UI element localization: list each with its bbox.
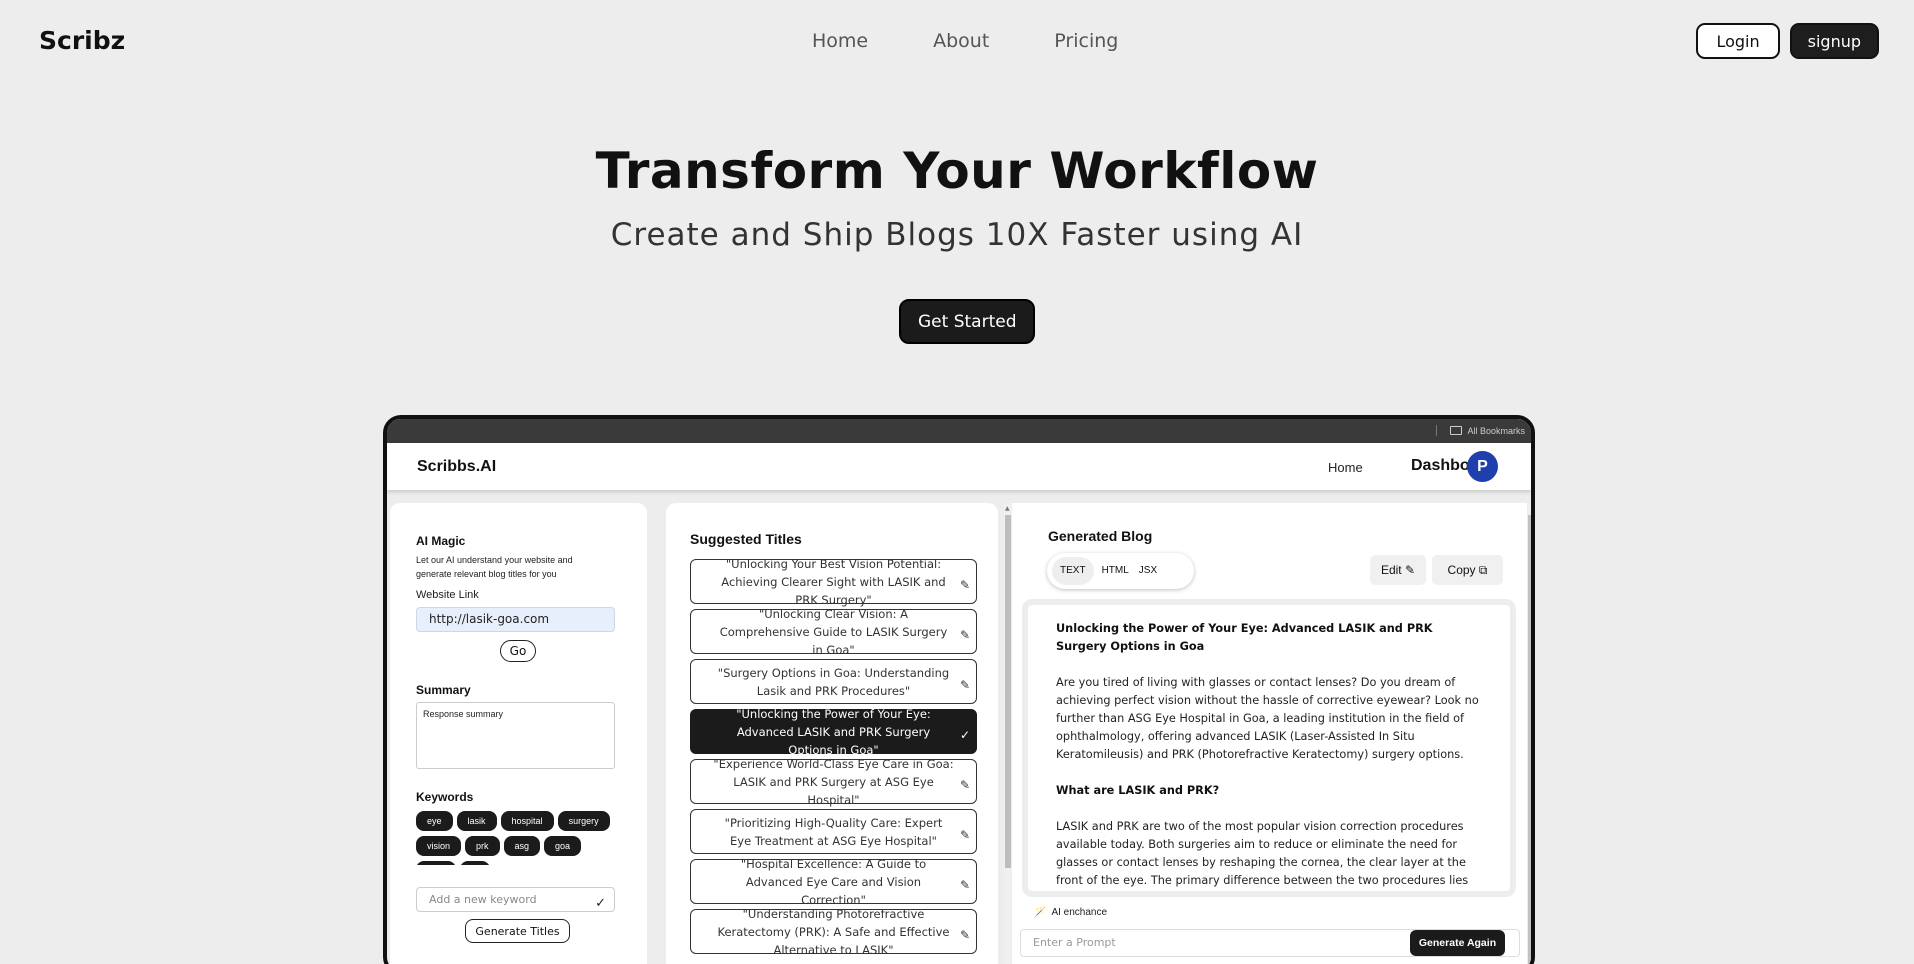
title-text: "Unlocking the Power of Your Eye: Advanc… [736,706,931,757]
ai-magic-description: Let our AI understand your website and g… [416,555,573,579]
ai-enhance-toggle[interactable]: 🪄 AI enchance [1034,907,1107,918]
title-card[interactable]: "Prioritizing High-Quality Care: Expert … [690,809,977,854]
pencil-icon[interactable]: ✎ [960,576,970,594]
copy-label: Copy [1447,563,1476,577]
keyword-chips: eye lasik hospital surgery vision prk as… [416,811,616,865]
folder-icon [1450,426,1463,435]
pencil-icon[interactable]: ✎ [960,776,970,794]
summary-title: Summary [416,683,471,697]
title-text: "Hospital Excellence: A Guide to Advance… [740,856,927,907]
titles-list: "Unlocking Your Best Vision Potential: A… [690,557,977,959]
keyword-chip[interactable]: goa [544,836,582,856]
title-text: "Prioritizing High-Quality Care: Expert … [724,815,943,848]
generated-blog-heading: Generated Blog [1048,528,1153,544]
ai-enhance-label: AI enchance [1051,907,1108,918]
title-card[interactable]: "Hospital Excellence: A Guide to Advance… [690,857,977,907]
app-header: Scribbs.AI Home Dashboard P [387,443,1531,490]
copy-button[interactable]: Copy ⧉ [1432,555,1503,585]
keyword-chip[interactable]: care [416,861,456,865]
get-started-button[interactable]: Get Started [899,299,1036,344]
keyword-chip[interactable]: prk [465,836,500,856]
keyword-chip[interactable]: hospital [500,811,554,831]
nav-home[interactable]: Home [812,30,868,52]
copy-icon: ⧉ [1478,563,1488,577]
suggested-titles-panel: Suggested Titles "Unlocking Your Best Vi… [666,503,998,964]
hero-subtitle: Create and Ship Blogs 10X Faster using A… [610,217,1304,253]
blog-paragraph: Are you tired of living with glasses or … [1056,676,1479,761]
website-link-label: Website Link [416,589,479,601]
ai-magic-title: AI Magic [416,534,466,548]
bookmarks-label: All Bookmarks [1467,425,1525,436]
title-text: "Unlocking Your Best Vision Potential: A… [721,556,946,607]
title-text: "Experience World-Class Eye Care in Goa:… [713,756,954,807]
check-icon[interactable]: ✓ [595,892,606,915]
hero-title: Transform Your Workflow [595,142,1319,200]
magic-wand-icon: 🪄 [1034,907,1047,918]
titles-scrollbar-thumb[interactable] [1005,515,1011,868]
keyword-chip[interactable]: dr [459,861,490,865]
pencil-icon[interactable]: ✎ [960,626,970,644]
nav-about[interactable]: About [933,30,989,52]
app-nav-home[interactable]: Home [1328,460,1363,475]
keyword-chip[interactable]: surgery [557,811,610,831]
website-link-input[interactable]: http://lasik-goa.com [416,607,615,632]
tab-jsx[interactable]: JSX [1137,557,1159,585]
pencil-icon[interactable]: ✎ [960,876,970,894]
pencil-icon[interactable]: ✎ [960,826,970,844]
divider [1436,425,1438,436]
blog-heading: Unlocking the Power of Your Eye: Advance… [1056,622,1433,653]
avatar[interactable]: P [1467,451,1498,482]
title-card[interactable]: "Unlocking Your Best Vision Potential: A… [690,557,977,607]
generate-again-button[interactable]: Generate Again [1410,930,1505,956]
title-text: "Understanding Photorefractive Keratecto… [717,906,950,957]
keyword-chip[interactable]: vision [416,836,462,856]
edit-label: Edit [1380,563,1402,577]
browser-bookmarks-bar: All Bookmarks [387,419,1531,443]
title-card[interactable]: "Understanding Photorefractive Keratecto… [690,907,977,957]
blog-subheading: What are LASIK and PRK? [1056,784,1220,797]
title-card[interactable]: "Experience World-Class Eye Care in Goa:… [690,757,977,807]
pencil-icon[interactable]: ✎ [960,676,970,694]
generate-titles-button[interactable]: Generate Titles [465,919,570,943]
edit-button[interactable]: Edit ✎ [1370,555,1426,585]
title-card[interactable]: "Unlocking Clear Vision: A Comprehensive… [690,607,977,657]
all-bookmarks[interactable]: All Bookmarks [1436,425,1525,436]
keyword-input[interactable]: Add a new keyword ✓ [416,887,615,912]
login-button[interactable]: Login [1696,23,1780,59]
auth-buttons: Login signup [1696,23,1879,59]
title-text: "Surgery Options in Goa: Understanding L… [717,665,950,698]
generated-blog-panel: Generated Blog TEXT HTML JSX Edit ✎ Copy… [1012,503,1527,964]
tab-text[interactable]: TEXT [1052,557,1094,585]
pencil-icon[interactable]: ✎ [960,926,970,944]
title-card[interactable]: "Surgery Options in Goa: Understanding L… [690,659,977,704]
blog-scrollbar-thumb[interactable] [1528,515,1531,964]
app-preview-frame: All Bookmarks Scribbs.AI Home Dashboard … [383,415,1535,964]
title-text: "Unlocking Clear Vision: A Comprehensive… [719,606,948,657]
app-brand[interactable]: Scribbs.AI [417,458,496,476]
signup-button[interactable]: signup [1789,23,1879,59]
keywords-title: Keywords [416,790,474,804]
check-icon[interactable]: ✓ [960,726,970,744]
tab-html[interactable]: HTML [1100,557,1131,585]
suggested-titles-heading: Suggested Titles [690,531,802,547]
keyword-input-placeholder: Add a new keyword [429,893,537,906]
main-nav: Home About Pricing [812,30,1183,52]
summary-textarea[interactable]: Response summary [416,702,615,769]
site-logo[interactable]: Scribz [39,26,125,55]
scroll-up-icon[interactable]: ▲ [1005,505,1010,512]
keyword-chip[interactable]: lasik [456,811,497,831]
keyword-chip[interactable]: eye [416,811,453,831]
pencil-icon: ✎ [1404,563,1416,577]
keyword-chip[interactable]: asg [503,836,541,856]
ai-magic-panel: AI Magic Let our AI understand your webs… [390,503,647,964]
format-tabs: TEXT HTML JSX [1047,553,1194,589]
go-button[interactable]: Go [500,640,536,662]
blog-content[interactable]: Unlocking the Power of Your Eye: Advance… [1022,599,1516,897]
nav-pricing[interactable]: Pricing [1054,30,1118,52]
blog-paragraph: LASIK and PRK are two of the most popula… [1056,820,1469,887]
title-card-selected[interactable]: "Unlocking the Power of Your Eye: Advanc… [690,707,977,757]
